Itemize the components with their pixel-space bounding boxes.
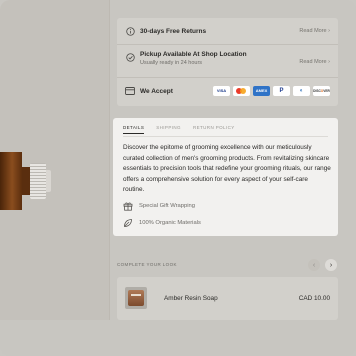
- payments-title: We Accept: [140, 87, 173, 95]
- mastercard-icon: [233, 86, 250, 96]
- returns-read-more-link[interactable]: Read More ›: [299, 28, 330, 34]
- shipping-info-card: 30-days Free Returns Read More › Pickup …: [117, 18, 338, 106]
- feature-gift-wrapping: Special Gift Wrapping: [123, 201, 195, 211]
- amex-icon: AMEX: [253, 86, 270, 96]
- carousel-prev-button[interactable]: ‹: [308, 259, 320, 271]
- feature-organic-materials: 100% Organic Materials: [123, 218, 201, 228]
- discover-icon: DISCOVER: [313, 86, 330, 96]
- details-card: DETAILS SHIPPING RETURN POLICY Discover …: [113, 118, 338, 236]
- soap-image: [128, 290, 144, 306]
- soap-label: [131, 294, 141, 296]
- product-image[interactable]: [0, 0, 110, 320]
- pickup-row[interactable]: Pickup Available At Shop Location Usuall…: [117, 51, 338, 71]
- bottle-cap: [30, 163, 46, 199]
- paypal-icon: P: [273, 86, 290, 96]
- tab-return-policy[interactable]: RETURN POLICY: [193, 125, 235, 134]
- diners-club-icon: ◐: [293, 86, 310, 96]
- product-thumbnail[interactable]: [125, 287, 147, 309]
- product-description: Discover the epitome of grooming excelle…: [123, 144, 331, 193]
- chevron-right-icon: ›: [329, 261, 333, 269]
- pickup-title: Pickup Available At Shop Location: [140, 51, 247, 58]
- bottle-shade: [0, 152, 22, 210]
- pickup-text: Pickup Available At Shop Location Usuall…: [140, 51, 247, 66]
- divider: [117, 44, 338, 45]
- feature-label: 100% Organic Materials: [139, 220, 201, 226]
- check-circle-icon: [125, 52, 135, 62]
- bottle-tip: [46, 170, 51, 192]
- product-price: CAD 10.00: [298, 295, 330, 302]
- complete-look-heading: COMPLETE YOUR LOOK: [117, 262, 177, 267]
- leaf-icon: [123, 218, 133, 228]
- divider: [117, 77, 338, 78]
- carousel-next-button[interactable]: ›: [325, 259, 337, 271]
- payments-row: We Accept VISA AMEX P ◐ DISCOVER: [117, 84, 338, 98]
- product-name[interactable]: Amber Resin Soap: [164, 295, 218, 302]
- tab-divider: [123, 136, 328, 137]
- returns-title: 30-days Free Returns: [140, 27, 207, 35]
- pickup-subtitle: Usually ready in 24 hours: [140, 60, 203, 66]
- payment-methods: VISA AMEX P ◐ DISCOVER: [210, 86, 330, 96]
- product-card[interactable]: Amber Resin Soap CAD 10.00: [117, 277, 338, 320]
- visa-icon: VISA: [213, 86, 230, 96]
- tab-details[interactable]: DETAILS: [123, 125, 145, 134]
- returns-row[interactable]: 30-days Free Returns Read More ›: [117, 25, 338, 37]
- pickup-read-more-link[interactable]: Read More ›: [299, 59, 330, 65]
- bottle-neck: [22, 167, 30, 195]
- info-icon: [125, 26, 135, 36]
- feature-label: Special Gift Wrapping: [139, 203, 195, 209]
- credit-card-icon: [125, 86, 135, 96]
- chevron-left-icon: ‹: [312, 261, 316, 269]
- tab-shipping[interactable]: SHIPPING: [156, 125, 181, 134]
- details-tabs: DETAILS SHIPPING RETURN POLICY: [123, 125, 235, 134]
- product-page: 30-days Free Returns Read More › Pickup …: [0, 0, 356, 356]
- bottom-area: [0, 320, 356, 356]
- gift-icon: [123, 201, 133, 211]
